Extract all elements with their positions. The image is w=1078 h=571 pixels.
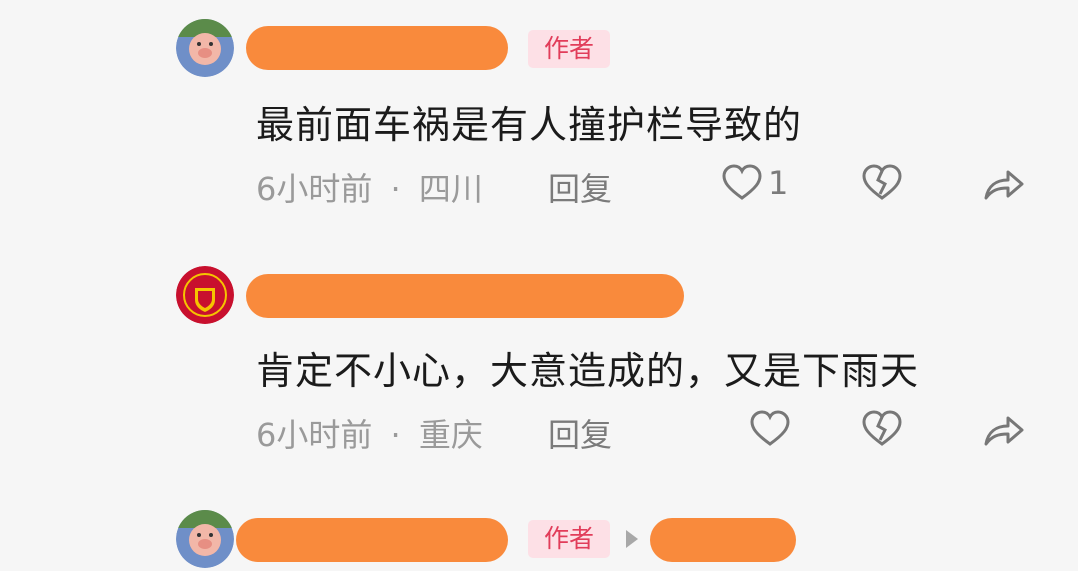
username-redacted[interactable] <box>246 274 684 318</box>
comment-location: 四川 <box>418 170 483 208</box>
meta-separator: · <box>390 170 401 208</box>
broken-heart-icon[interactable] <box>862 164 902 202</box>
avatar[interactable] <box>176 266 234 324</box>
author-badge: 作者 <box>528 30 610 68</box>
reply-target-username-redacted[interactable] <box>650 518 796 562</box>
heart-icon[interactable] <box>750 410 790 448</box>
comment-meta: 6小时前 · 四川 <box>256 164 483 210</box>
comment-time: 6小时前 <box>256 170 373 208</box>
share-icon[interactable] <box>982 412 1026 448</box>
username-redacted[interactable] <box>246 26 508 70</box>
heart-icon[interactable] <box>722 164 762 202</box>
username-redacted[interactable] <box>236 518 508 562</box>
comment-location: 重庆 <box>418 416 483 454</box>
reply-button[interactable]: 回复 <box>548 164 612 210</box>
like-count: 1 <box>768 164 789 202</box>
comment-text: 最前面车祸是有人撞护栏导致的 <box>256 103 803 147</box>
reply-button[interactable]: 回复 <box>548 410 612 456</box>
meta-separator: · <box>390 416 401 454</box>
comment-meta: 6小时前 · 重庆 <box>256 410 483 456</box>
reply-to-arrow-icon <box>626 530 638 548</box>
comment-text: 肯定不小心，大意造成的，又是下雨天 <box>256 349 920 393</box>
share-icon[interactable] <box>982 166 1026 202</box>
avatar[interactable] <box>176 19 234 77</box>
broken-heart-icon[interactable] <box>862 410 902 448</box>
author-badge: 作者 <box>528 520 610 558</box>
avatar[interactable] <box>176 510 234 568</box>
comment-time: 6小时前 <box>256 416 373 454</box>
